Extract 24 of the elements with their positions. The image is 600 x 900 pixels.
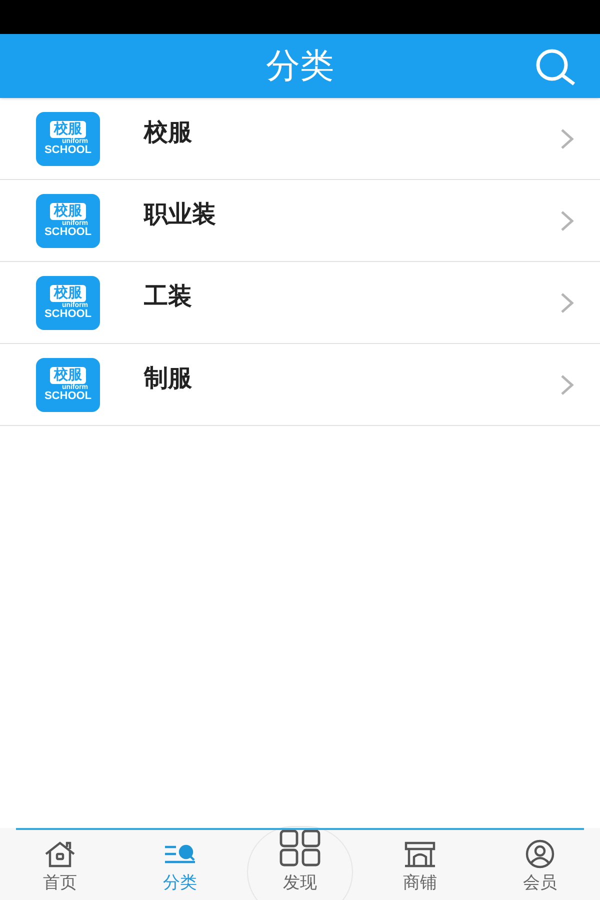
nav-tab[interactable]: 分类	[120, 838, 240, 896]
logo-wordmark: SCHOOL	[44, 391, 92, 402]
category-name: 制服	[144, 362, 193, 394]
logo-title: 校服	[50, 203, 86, 220]
chevron-right-icon	[560, 128, 574, 150]
category-name: 职业装	[144, 198, 217, 230]
logo-wordmark: SCHOOL	[44, 145, 92, 156]
chevron-right-icon	[560, 210, 574, 232]
grid-icon	[279, 829, 321, 867]
logo-title: 校服	[50, 367, 86, 384]
nav-tab[interactable]: 会员	[480, 838, 600, 896]
logo-wordmark: SCHOOL	[44, 309, 92, 320]
logo-title: 校服	[50, 285, 86, 302]
page-title: 分类	[266, 44, 334, 88]
chevron-right-icon	[560, 374, 574, 396]
category-name: 工装	[144, 280, 193, 312]
search-icon[interactable]	[534, 48, 578, 86]
nav-tab[interactable]: 商铺	[360, 838, 480, 896]
nav-tab[interactable]: 首页	[0, 838, 120, 896]
chevron-right-icon	[560, 292, 574, 314]
logo-wordmark: SCHOOL	[44, 227, 92, 238]
nav-tab[interactable]: 发现	[247, 826, 353, 900]
logo-title: 校服	[50, 121, 86, 138]
category-name: 校服	[144, 116, 193, 148]
